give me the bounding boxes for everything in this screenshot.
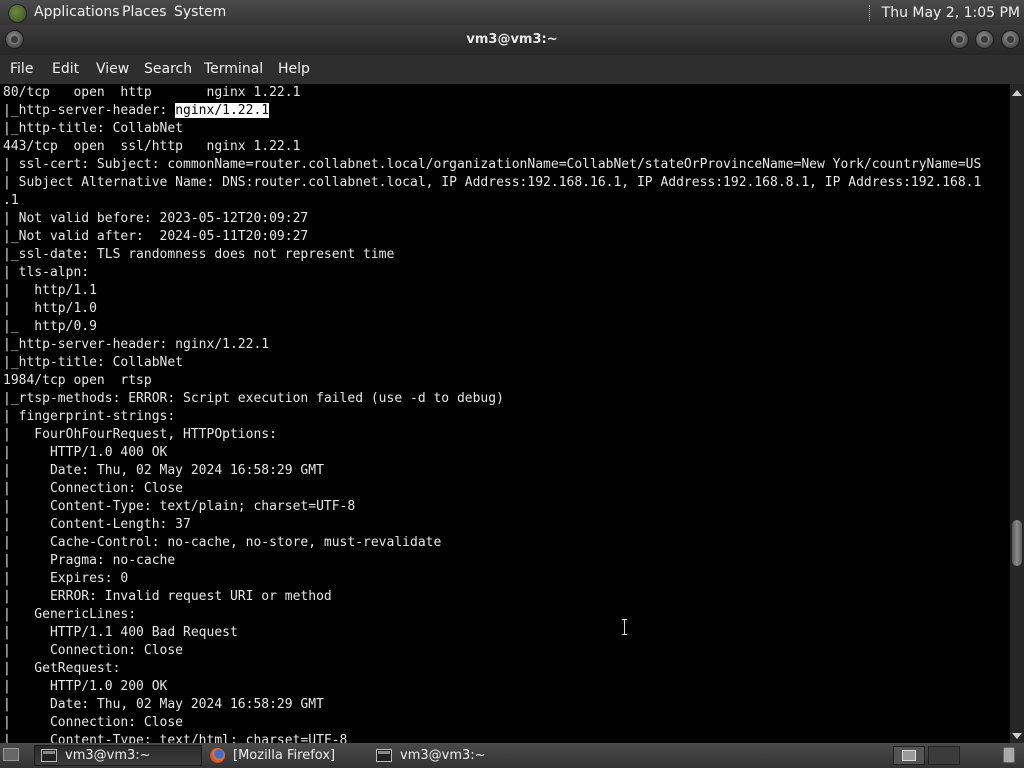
terminal-menubar: File Edit View Search Terminal Help <box>0 55 1024 84</box>
menu-search[interactable]: Search <box>144 61 192 77</box>
terminal-output[interactable]: 80/tcp open http nginx 1.22.1 |_http-serv… <box>0 84 1010 743</box>
terminal-line: | Subject Alternative Name: DNS:router.c… <box>3 175 982 190</box>
menu-edit[interactable]: Edit <box>52 61 79 77</box>
applications-menu[interactable]: Applications <box>34 4 120 20</box>
task-terminal-2[interactable]: vm3@vm3:~ <box>370 745 538 766</box>
terminal-line: |_rtsp-methods: ERROR: Script execution … <box>3 391 504 406</box>
terminal-line: | tls-alpn: <box>3 265 90 280</box>
terminal-line: | http/1.1 <box>3 283 97 298</box>
terminal-line: | Content-Type: text/html; charset=UTF-8 <box>3 733 348 743</box>
terminal-line: |_http-server-header: nginx/1.22.1 <box>3 103 270 118</box>
task-firefox[interactable]: [Mozilla Firefox] <box>204 745 370 766</box>
trash-icon[interactable] <box>1003 747 1015 763</box>
menu-help[interactable]: Help <box>278 61 310 77</box>
window-titlebar[interactable]: vm3@vm3:~ <box>0 25 1024 55</box>
terminal-line: | Connection: Close <box>3 481 184 496</box>
terminal-line: | Not valid before: 2023-05-12T20:09:27 <box>3 211 309 226</box>
terminal-line: |_ssl-date: TLS randomness does not repr… <box>3 247 395 262</box>
terminal-line: |_http-title: CollabNet <box>3 121 184 136</box>
terminal-line: |_Not valid after: 2024-05-11T20:09:27 <box>3 229 309 244</box>
terminal-icon <box>376 749 392 762</box>
window-title: vm3@vm3:~ <box>466 32 558 47</box>
distro-logo-icon[interactable] <box>8 4 27 23</box>
terminal-line: | Date: Thu, 02 May 2024 16:58:29 GMT <box>3 697 324 712</box>
close-button[interactable] <box>1001 30 1020 49</box>
scroll-up-arrow-icon[interactable] <box>1012 90 1022 96</box>
menu-terminal[interactable]: Terminal <box>204 61 263 77</box>
terminal-line: | Expires: 0 <box>3 571 129 586</box>
top-panel: Applications Places System Thu May 2, 1:… <box>0 0 1024 25</box>
terminal-line: 1984/tcp open rtsp <box>3 373 152 388</box>
text-cursor-icon <box>622 619 628 635</box>
scroll-down-arrow-icon[interactable] <box>1012 733 1022 739</box>
terminal-line: | Pragma: no-cache <box>3 553 176 568</box>
terminal-line: | ssl-cert: Subject: commonName=router.c… <box>3 157 982 172</box>
terminal-line: |_http-server-header: nginx/1.22.1 <box>3 337 270 352</box>
terminal-line: | Connection: Close <box>3 643 184 658</box>
menu-file[interactable]: File <box>10 61 33 77</box>
terminal-line: | ERROR: Invalid request URI or method <box>3 589 332 604</box>
task-label: vm3@vm3:~ <box>65 748 151 763</box>
terminal-line: | http/1.0 <box>3 301 97 316</box>
terminal-lines: 80/tcp open http nginx 1.22.1 |_http-serv… <box>3 84 981 743</box>
workspace-2[interactable] <box>928 746 960 765</box>
terminal-line: |_http-title: CollabNet <box>3 355 184 370</box>
terminal-line: | Content-Length: 37 <box>3 517 191 532</box>
terminal-line: | GenericLines: <box>3 607 137 622</box>
panel-separator <box>868 4 872 21</box>
terminal-line: | fingerprint-strings: <box>3 409 176 424</box>
bottom-taskbar: vm3@vm3:~ [Mozilla Firefox] vm3@vm3:~ <box>0 743 1024 768</box>
selected-text: nginx/1.22.1 <box>175 103 270 118</box>
terminal-line: | Connection: Close <box>3 715 184 730</box>
terminal-line: |_ http/0.9 <box>3 319 97 334</box>
terminal-line: | HTTP/1.0 400 OK <box>3 445 168 460</box>
terminal-icon <box>41 749 57 762</box>
task-label: [Mozilla Firefox] <box>233 748 336 763</box>
terminal-line: .1 <box>3 193 19 208</box>
terminal-line: | HTTP/1.0 200 OK <box>3 679 168 694</box>
system-menu[interactable]: System <box>174 4 226 20</box>
terminal-line: 443/tcp open ssl/http nginx 1.22.1 <box>3 139 301 154</box>
places-menu[interactable]: Places <box>122 4 167 20</box>
firefox-icon <box>210 748 225 763</box>
terminal-line: | GetRequest: <box>3 661 121 676</box>
task-label: vm3@vm3:~ <box>400 748 486 763</box>
maximize-button[interactable] <box>975 30 994 49</box>
minimize-button[interactable] <box>950 30 969 49</box>
terminal-line: | Content-Type: text/plain; charset=UTF-… <box>3 499 356 514</box>
workspace-1[interactable] <box>893 746 925 765</box>
terminal-line: | HTTP/1.1 400 Bad Request <box>3 625 238 640</box>
terminal-scrollbar[interactable] <box>1010 84 1024 743</box>
show-desktop-icon[interactable] <box>3 748 19 761</box>
terminal-line: 80/tcp open http nginx 1.22.1 <box>3 85 301 100</box>
task-terminal-1[interactable]: vm3@vm3:~ <box>34 745 202 766</box>
menu-view[interactable]: View <box>96 61 129 77</box>
terminal-line: | Date: Thu, 02 May 2024 16:58:29 GMT <box>3 463 324 478</box>
clock[interactable]: Thu May 2, 1:05 PM <box>882 5 1024 21</box>
terminal-line: | Cache-Control: no-cache, no-store, mus… <box>3 535 442 550</box>
terminal-line: | FourOhFourRequest, HTTPOptions: <box>3 427 277 442</box>
scrollbar-thumb[interactable] <box>1012 520 1022 566</box>
